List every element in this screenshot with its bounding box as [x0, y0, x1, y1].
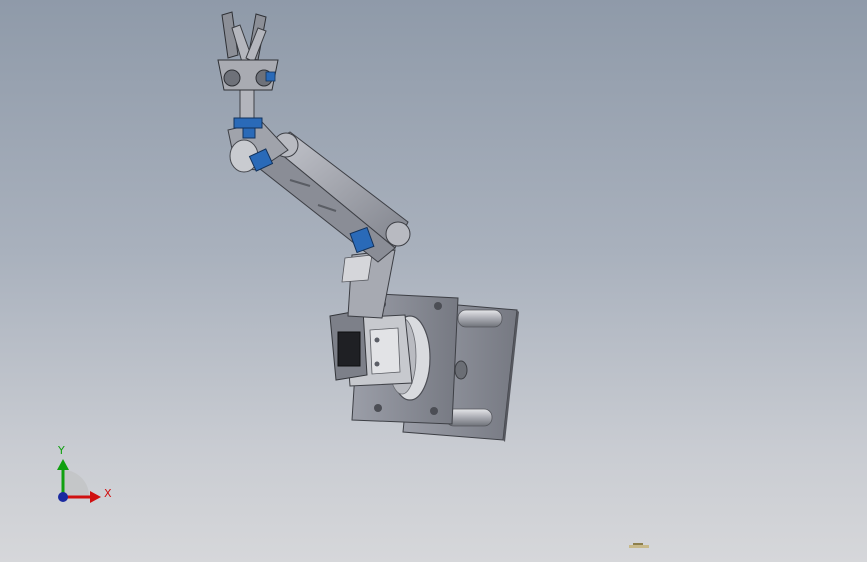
gripper[interactable] — [217, 11, 279, 91]
y-axis-arrow-icon — [57, 459, 69, 470]
robot-arm-model[interactable] — [0, 0, 867, 562]
y-axis-label: Y — [58, 444, 65, 457]
z-axis-dot-icon — [58, 492, 68, 502]
graphics-viewport[interactable]: X Y — [0, 0, 867, 562]
x-axis-label: X — [104, 487, 112, 500]
x-axis-arrow-icon — [90, 491, 101, 503]
coordinate-triad — [57, 459, 101, 503]
status-mark — [629, 543, 649, 548]
base-servo-housing[interactable] — [329, 309, 413, 387]
